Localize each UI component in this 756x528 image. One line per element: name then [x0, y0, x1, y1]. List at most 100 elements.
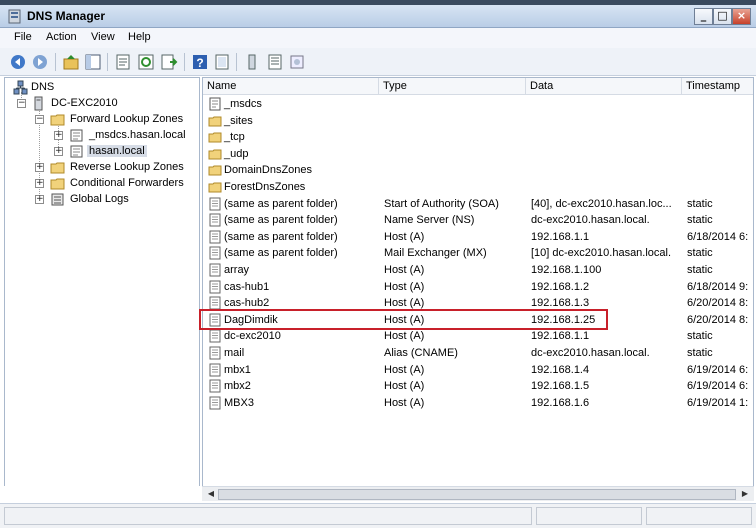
record-icon [209, 346, 221, 360]
cell-name: cas-hub1 [224, 280, 270, 293]
record-icon [209, 197, 221, 211]
cell-type: Start of Authority (SOA) [384, 197, 499, 210]
back-icon[interactable] [9, 53, 27, 71]
table-row[interactable]: dc-exc2010 Host (A) 192.168.1.1 static [203, 328, 753, 345]
cell-timestamp: static [687, 347, 713, 359]
expand-icon[interactable]: + [35, 163, 44, 172]
cell-timestamp: static [687, 330, 713, 343]
server-icon [34, 96, 43, 111]
minimize-button[interactable]: _ [694, 8, 713, 25]
tree-label-forward-zones: Forward Lookup Zones [70, 113, 184, 125]
cell-timestamp: 6/18/2014 6: [687, 230, 749, 243]
record-icon [209, 213, 221, 227]
table-row[interactable]: mbx1 Host (A) 192.168.1.4 6/19/2014 6: [203, 362, 753, 379]
table-row[interactable]: cas-hub1 Host (A) 192.168.1.2 6/18/2014 9: [203, 279, 753, 296]
column-header-data[interactable]: Data [526, 78, 682, 95]
zone-icon [70, 145, 83, 158]
cell-data: 192.168.1.2 [531, 280, 590, 293]
cell-data: 192.168.1.1 [531, 330, 590, 343]
cell-type: Name Server (NS) [384, 214, 475, 227]
cell-data: dc-exc2010.hasan.local. [531, 214, 650, 227]
cell-name: (same as parent folder) [224, 247, 338, 260]
horizontal-scrollbar[interactable]: ◀ ▶ [202, 486, 754, 501]
folder-icon [50, 114, 65, 126]
tree-label-msdcs-zone: _msdcs.hasan.local [89, 129, 186, 141]
status-cell-3 [646, 507, 752, 525]
close-button[interactable]: × [732, 8, 751, 25]
record-icon [209, 280, 221, 294]
menu-action[interactable]: Action [46, 31, 77, 43]
server-icon[interactable] [243, 53, 261, 71]
cell-name: mail [224, 347, 245, 359]
new-record-icon[interactable] [288, 53, 306, 71]
status-cell-main [4, 507, 532, 525]
expand-icon[interactable]: + [54, 147, 63, 156]
folder-icon [208, 116, 222, 127]
properties-icon[interactable] [114, 53, 132, 71]
column-header-type[interactable]: Type [379, 78, 526, 95]
cell-type: Alias (CNAME) [384, 347, 458, 359]
collapse-icon[interactable]: − [35, 115, 44, 124]
cell-data: 192.168.1.1 [531, 230, 590, 243]
folder-icon [208, 149, 222, 160]
table-row[interactable]: _msdcs [203, 96, 753, 113]
menu-help[interactable]: Help [128, 31, 151, 43]
table-row[interactable]: ForestDnsZones [203, 179, 753, 196]
table-row[interactable]: _sites [203, 113, 753, 130]
help-icon[interactable]: ? [191, 53, 209, 71]
table-row[interactable]: array Host (A) 192.168.1.100 static [203, 262, 753, 279]
table-row[interactable]: MBX3 Host (A) 192.168.1.6 6/19/2014 1: [203, 395, 753, 412]
scroll-thumb[interactable] [218, 489, 736, 500]
zone-icon [70, 129, 83, 142]
table-row[interactable]: (same as parent folder) Start of Authorit… [203, 196, 753, 213]
export-list-icon[interactable] [160, 53, 178, 71]
dns-icon [13, 80, 28, 95]
collapse-icon[interactable]: − [17, 99, 26, 108]
refresh-icon[interactable] [137, 53, 155, 71]
list-view-icon[interactable] [266, 53, 284, 71]
cell-name: (same as parent folder) [224, 197, 338, 210]
column-header-name[interactable]: Name [203, 78, 379, 95]
table-row[interactable]: DomainDnsZones [203, 162, 753, 179]
maximize-button[interactable]: □ [713, 8, 732, 25]
table-row[interactable]: (same as parent folder) Name Server (NS) d… [203, 212, 753, 229]
window-title: DNS Manager [27, 9, 106, 23]
scroll-right-icon[interactable]: ▶ [738, 488, 752, 501]
dns-app-icon [8, 9, 21, 24]
menu-view[interactable]: View [91, 31, 115, 43]
column-header-timestamp[interactable]: Timestamp [682, 78, 753, 95]
menu-file[interactable]: File [14, 31, 32, 43]
cell-name: dc-exc2010 [224, 330, 281, 343]
expand-icon[interactable]: + [35, 195, 44, 204]
cell-name: _msdcs [224, 98, 262, 110]
cell-timestamp: static [687, 197, 713, 210]
folder-icon [208, 165, 222, 176]
record-icon [209, 363, 221, 377]
highlight-box [199, 309, 608, 330]
title-bar[interactable]: DNS Manager _ □ × [0, 5, 756, 28]
table-row[interactable]: (same as parent folder) Mail Exchanger (M… [203, 245, 753, 262]
folder-special-icon [209, 97, 221, 111]
forward-icon[interactable] [31, 53, 49, 71]
cell-type: Host (A) [384, 363, 425, 376]
table-row[interactable]: _udp [203, 146, 753, 163]
cell-name: ForestDnsZones [224, 181, 306, 193]
cell-name: cas-hub2 [224, 297, 270, 310]
cell-name: (same as parent folder) [224, 214, 338, 227]
expand-icon[interactable]: + [54, 131, 63, 140]
expand-icon[interactable]: + [35, 179, 44, 188]
cell-name: _udp [224, 147, 249, 160]
cell-data: [40], dc-exc2010.hasan.loc... [531, 197, 672, 210]
cell-data: 192.168.1.3 [531, 297, 590, 310]
scroll-left-icon[interactable]: ◀ [204, 488, 218, 501]
table-row[interactable]: (same as parent folder) Host (A) 192.168.1… [203, 229, 753, 246]
tree-label-hasan-zone: hasan.local [87, 145, 147, 157]
up-folder-icon[interactable] [62, 53, 80, 71]
log-icon [51, 193, 64, 206]
table-row[interactable]: mbx2 Host (A) 192.168.1.5 6/19/2014 6: [203, 378, 753, 395]
table-row[interactable]: _tcp [203, 129, 753, 146]
cell-timestamp: 6/20/2014 8: [687, 313, 749, 326]
table-row[interactable]: mail Alias (CNAME) dc-exc2010.hasan.local.… [203, 345, 753, 362]
show-tree-icon[interactable] [84, 53, 102, 71]
server-toolbar-icon[interactable] [213, 53, 231, 71]
